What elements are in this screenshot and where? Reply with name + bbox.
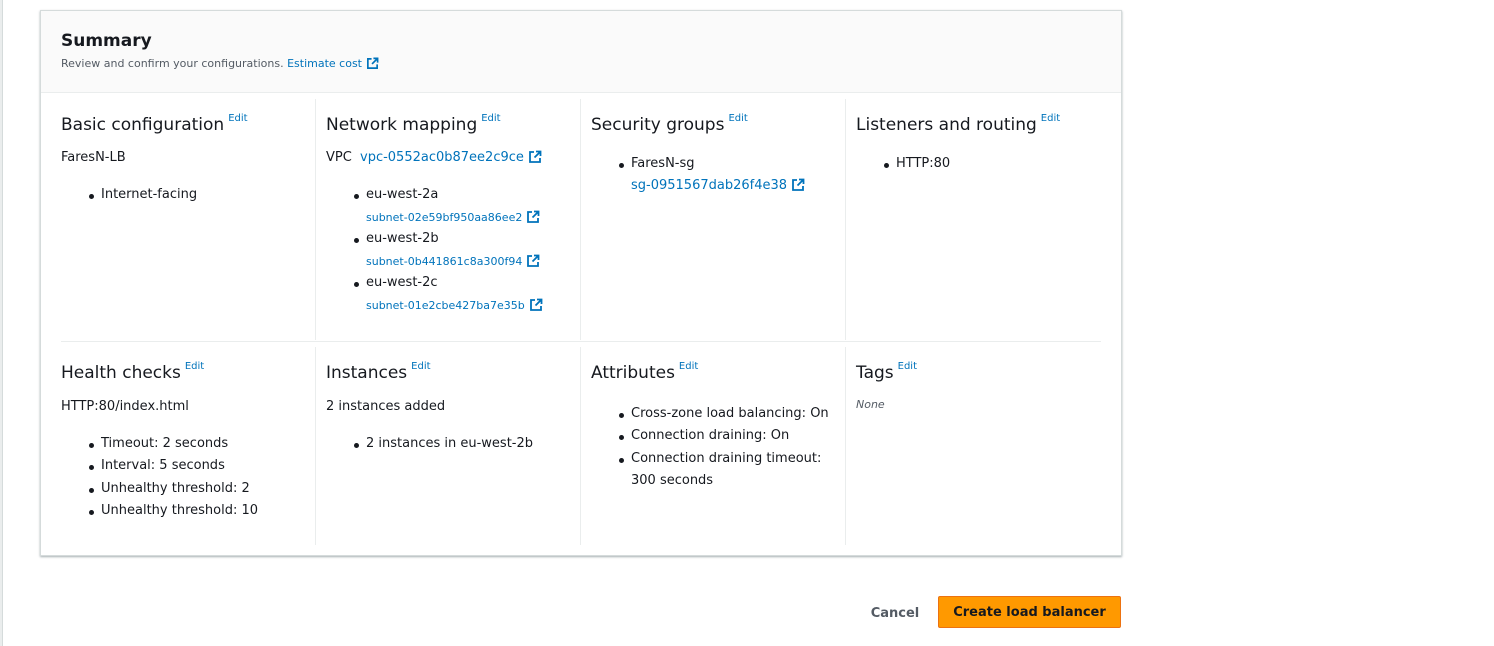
health-check-item: Interval: 5 seconds <box>89 458 225 473</box>
tags-heading: Tags Edit <box>856 361 917 383</box>
basic-configuration-title: Basic configuration <box>61 115 225 135</box>
subnet-link[interactable]: subnet-01e2cbe427ba7e35b <box>366 298 543 312</box>
health-checks-title: Health checks <box>61 363 181 383</box>
external-link-icon[interactable] <box>526 210 540 224</box>
health-check-item: Unhealthy threshold: 10 <box>88 503 259 518</box>
tags-title: Tags <box>856 363 894 383</box>
scheme-item: Internet-facing <box>88 187 198 202</box>
page-left-border <box>0 0 3 646</box>
health-checks-heading: Health checks Edit <box>61 361 204 383</box>
security-group-name: FaresN-sg <box>619 156 695 171</box>
attributes-section: Attributes Edit Cross-zone load balancing… <box>580 347 845 545</box>
summary-header: Summary Review and confirm your configur… <box>41 11 1121 93</box>
security-group-id[interactable]: sg-0951567dab26f4e38 <box>631 178 787 193</box>
health-check-item: Unhealthy threshold: 2 <box>89 481 250 496</box>
attributes-heading: Attributes Edit <box>591 361 698 383</box>
basic-configuration-edit-link[interactable]: Edit <box>228 113 247 124</box>
external-link-icon[interactable] <box>529 298 543 312</box>
zone-item: eu-west-2c <box>354 275 438 290</box>
network-mapping-edit-link[interactable]: Edit <box>481 113 500 124</box>
listener-item: HTTP:80 <box>883 156 951 171</box>
attributes-edit-link[interactable]: Edit <box>679 361 698 372</box>
load-balancer-name: FaresN-LB <box>61 150 126 165</box>
summary-title: Summary <box>61 31 152 51</box>
network-mapping-title: Network mapping <box>326 115 478 135</box>
security-groups-edit-link[interactable]: Edit <box>728 113 747 124</box>
attribute-item: Connection draining timeout: <box>618 451 822 466</box>
summary-description-text: Review and confirm your configurations. <box>61 57 284 70</box>
tags-edit-link[interactable]: Edit <box>898 361 917 372</box>
tags-section: Tags Edit None <box>845 347 1110 545</box>
external-link-icon[interactable] <box>791 178 805 192</box>
tags-value: None <box>856 398 885 411</box>
attribute-item: Connection draining: On <box>618 428 790 443</box>
vpc-id[interactable]: vpc-0552ac0b87ee2c9ce <box>360 150 524 165</box>
network-mapping-heading: Network mapping Edit <box>326 113 501 135</box>
vpc-label: VPC <box>326 150 352 165</box>
health-check-target: HTTP:80/index.html <box>61 399 189 414</box>
vpc-id-link[interactable]: vpc-0552ac0b87ee2c9ce <box>360 150 542 165</box>
instances-summary: 2 instances added <box>326 399 446 414</box>
external-link-icon[interactable] <box>366 57 379 70</box>
health-check-item: Timeout: 2 seconds <box>88 436 229 451</box>
instances-item: 2 instances in eu-west-2b <box>353 436 534 451</box>
row-divider <box>61 341 1101 342</box>
summary-description: Review and confirm your configurations. … <box>61 57 379 70</box>
instances-section: Instances Edit 2 instances added 2 instan… <box>315 347 580 545</box>
security-groups-section: Security groups Edit FaresN-sg sg-0951567… <box>580 99 845 340</box>
zone-item: eu-west-2a <box>353 187 439 202</box>
attributes-title: Attributes <box>591 363 675 383</box>
cancel-button[interactable]: Cancel <box>862 598 928 628</box>
basic-configuration-heading: Basic configuration Edit <box>61 113 248 135</box>
attribute-item: Cross-zone load balancing: On <box>619 406 829 421</box>
zone-item: eu-west-2b <box>354 231 439 246</box>
subnet-link[interactable]: subnet-02e59bf950aa86ee2 <box>366 210 540 224</box>
listeners-edit-link[interactable]: Edit <box>1041 113 1060 124</box>
security-group-link[interactable]: sg-0951567dab26f4e38 <box>631 178 805 193</box>
subnet-id[interactable]: subnet-0b441861c8a300f94 <box>366 255 522 268</box>
instances-heading: Instances Edit <box>326 361 431 383</box>
security-groups-heading: Security groups Edit <box>591 113 748 135</box>
basic-configuration-section: Basic configuration Edit FaresN-LB Intern… <box>41 93 306 340</box>
network-mapping-section: Network mapping Edit VPC vpc-0552ac0b87ee… <box>315 99 580 340</box>
summary-panel: Summary Review and confirm your configur… <box>40 10 1122 556</box>
subnet-id[interactable]: subnet-02e59bf950aa86ee2 <box>366 211 522 224</box>
subnet-link[interactable]: subnet-0b441861c8a300f94 <box>366 254 540 268</box>
health-checks-section: Health checks Edit HTTP:80/index.html Tim… <box>41 347 306 545</box>
listeners-section: Listeners and routing Edit HTTP:80 <box>845 99 1110 340</box>
instances-edit-link[interactable]: Edit <box>411 361 430 372</box>
listeners-heading: Listeners and routing Edit <box>856 113 1060 135</box>
external-link-icon[interactable] <box>526 254 540 268</box>
listeners-title: Listeners and routing <box>856 115 1037 135</box>
estimate-cost-link[interactable]: Estimate cost <box>287 57 362 70</box>
create-load-balancer-button[interactable]: Create load balancer <box>938 596 1121 628</box>
subnet-id[interactable]: subnet-01e2cbe427ba7e35b <box>366 299 525 312</box>
instances-title: Instances <box>326 363 408 383</box>
attribute-item-continuation: 300 seconds <box>631 473 714 488</box>
health-checks-edit-link[interactable]: Edit <box>185 361 204 372</box>
external-link-icon[interactable] <box>528 150 542 164</box>
security-groups-title: Security groups <box>591 115 725 135</box>
